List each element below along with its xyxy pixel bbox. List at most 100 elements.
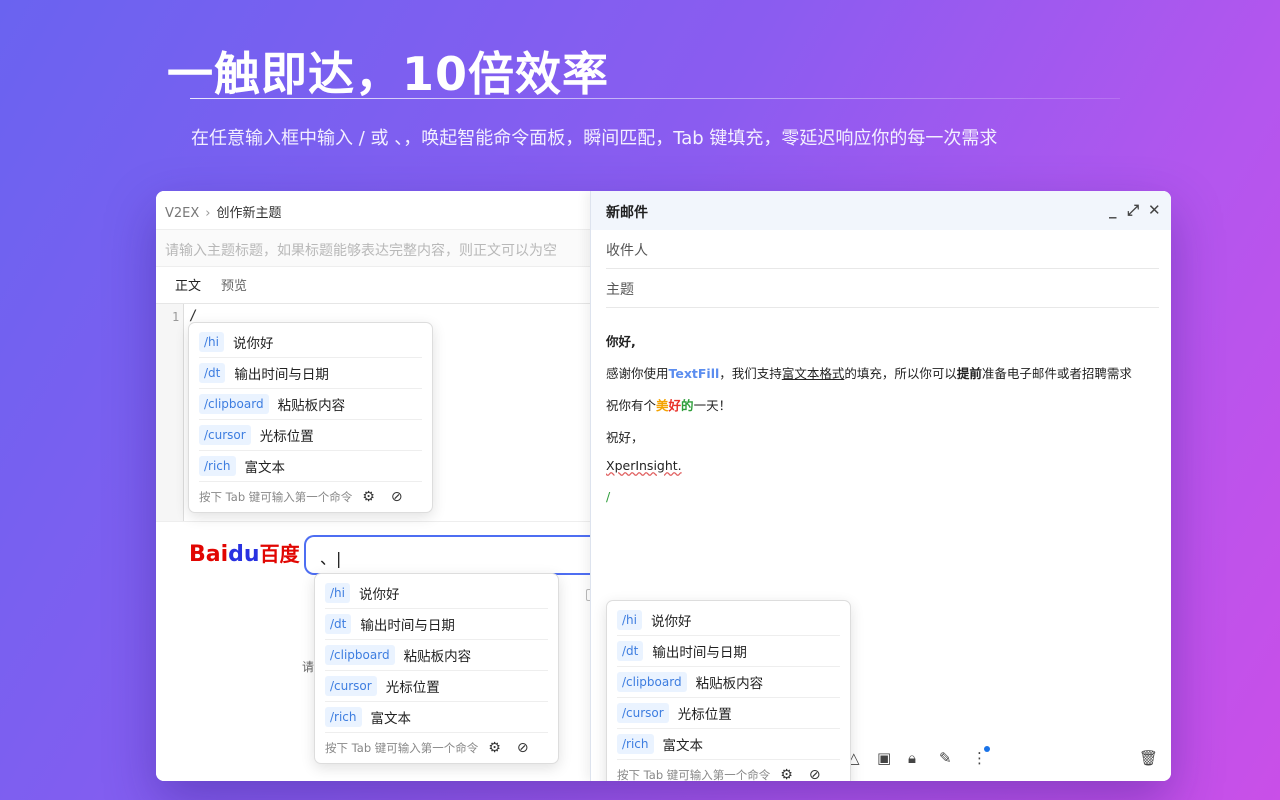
line-number: 1 — [172, 310, 180, 324]
baidu-logo-text: 百度 — [259, 542, 300, 566]
block-icon[interactable]: ⊘ — [517, 740, 529, 756]
command-item[interactable]: /rich 富文本 — [325, 702, 548, 733]
command-label: 富文本 — [662, 738, 704, 754]
command-palette-mail: /hi 说你好 /dt 输出时间与日期 /clipboard 粘贴板内容 /curso… — [606, 600, 851, 781]
text: 准备电子邮件或者招聘需求 — [981, 366, 1132, 381]
command-item[interactable]: /cursor 光标位置 — [325, 671, 548, 702]
mail-line-1: 感谢你使用TextFill，我们支持富文本格式的填充，所以你可以提前准备电子邮件… — [606, 363, 1132, 382]
subject-field[interactable]: 主题 — [606, 269, 1159, 308]
command-label: 输出时间与日期 — [652, 645, 747, 661]
command-palette-v2ex: /hi 说你好 /dt 输出时间与日期 /clipboard 粘贴板内容 /curso… — [188, 322, 433, 513]
command-item[interactable]: /cursor 光标位置 — [617, 698, 840, 729]
command-key: /dt — [617, 641, 644, 661]
block-icon[interactable]: ⊘ — [391, 489, 403, 505]
block-icon[interactable]: ⊘ — [809, 767, 821, 781]
breadcrumb: V2EX › 创作新主题 — [165, 202, 282, 221]
colored-char: 的 — [681, 398, 694, 413]
command-label: 说你好 — [358, 587, 400, 603]
brand-name: TextFill — [668, 366, 720, 381]
command-label: 输出时间与日期 — [360, 618, 455, 634]
minimize-icon[interactable]: _ — [1109, 201, 1117, 219]
notification-dot — [984, 746, 990, 752]
command-label: 富文本 — [244, 460, 286, 476]
lock-clock-icon[interactable]: 🔒︎ — [908, 749, 916, 767]
command-key: /clipboard — [199, 394, 269, 414]
palette-footer: 按下 Tab 键可输入第一个命令 ⚙ ⊘ — [325, 733, 548, 763]
command-item[interactable]: /dt 输出时间与日期 — [325, 609, 548, 640]
command-item[interactable]: /hi 说你好 — [199, 327, 422, 358]
command-label: 光标位置 — [259, 429, 314, 445]
to-field[interactable]: 收件人 — [606, 230, 1159, 269]
command-key: /clipboard — [617, 672, 687, 692]
gear-icon[interactable]: ⚙ — [488, 740, 501, 756]
command-item[interactable]: /cursor 光标位置 — [199, 420, 422, 451]
text: 的填充，所以你可以 — [844, 366, 957, 381]
command-key: /dt — [325, 614, 352, 634]
breadcrumb-page: 创作新主题 — [216, 206, 282, 221]
gear-icon[interactable]: ⚙ — [362, 489, 375, 505]
bold-text: 提前 — [956, 366, 982, 381]
mail-greeting: 你好, — [606, 334, 636, 349]
text: 祝你有个 — [606, 398, 657, 413]
rich-text-link: 富文本格式 — [781, 366, 845, 381]
hint-text: 请 — [302, 660, 315, 674]
command-key: /hi — [325, 583, 350, 603]
editor-gutter — [156, 304, 184, 522]
text: 感谢你使用 — [606, 366, 669, 381]
command-key: /rich — [617, 734, 654, 754]
palette-footer: 按下 Tab 键可输入第一个命令 ⚙ ⊘ — [617, 760, 840, 781]
command-key: /hi — [199, 332, 224, 352]
to-label: 收件人 — [606, 243, 648, 259]
footer-hint: 按下 Tab 键可输入第一个命令 — [325, 741, 479, 755]
command-label: 输出时间与日期 — [234, 367, 329, 383]
command-item[interactable]: /clipboard 粘贴板内容 — [199, 389, 422, 420]
command-item[interactable]: /clipboard 粘贴板内容 — [617, 667, 840, 698]
hero-subtitle: 在任意输入框中输入 / 或 、，唤起智能命令面板，瞬间匹配，Tab 键填充，零延… — [191, 128, 998, 149]
text-cursor: | — [336, 549, 342, 568]
pen-icon[interactable]: ✎ — [939, 749, 952, 767]
gear-icon[interactable]: ⚙ — [780, 767, 793, 781]
command-key: /rich — [199, 456, 236, 476]
trash-icon[interactable]: 🗑︎ — [1139, 749, 1158, 767]
colored-char: 美 — [656, 398, 669, 413]
command-item[interactable]: /rich 富文本 — [617, 729, 840, 760]
mail-line-2: 祝你有个美好的一天！ — [606, 395, 731, 414]
command-label: 说你好 — [650, 614, 692, 630]
command-item[interactable]: /hi 说你好 — [617, 605, 840, 636]
topic-title-input[interactable]: 请输入主题标题，如果标题能够表达完整内容，则正文可以为空 — [156, 229, 590, 267]
image-icon[interactable]: ▣ — [877, 749, 891, 767]
command-key: /dt — [199, 363, 226, 383]
command-key: /cursor — [325, 676, 377, 696]
command-label: 光标位置 — [677, 707, 732, 723]
text: 一天！ — [693, 398, 732, 413]
command-item[interactable]: /rich 富文本 — [199, 451, 422, 482]
command-item[interactable]: /clipboard 粘贴板内容 — [325, 640, 548, 671]
command-key: /cursor — [617, 703, 669, 723]
demo-window: V2EX › 创作新主题 请输入主题标题，如果标题能够表达完整内容，则正文可以为空 … — [156, 191, 1171, 781]
subject-label: 主题 — [606, 282, 634, 298]
baidu-logo-paw: du — [228, 542, 260, 567]
command-key: /hi — [617, 610, 642, 630]
breadcrumb-site[interactable]: V2EX — [165, 206, 199, 221]
tab-preview[interactable]: 预览 — [211, 273, 257, 306]
baidu-search-input[interactable]: 、| — [304, 535, 604, 575]
mail-slash: / — [606, 489, 611, 504]
colored-char: 好 — [668, 398, 682, 413]
command-label: 说你好 — [232, 336, 274, 352]
command-key: /cursor — [199, 425, 251, 445]
command-item[interactable]: /hi 说你好 — [325, 578, 548, 609]
mail-line-3: 祝好， — [606, 430, 644, 445]
mail-signature: XperInsight. — [606, 458, 682, 473]
command-item[interactable]: /dt 输出时间与日期 — [199, 358, 422, 389]
mail-title: 新邮件 — [606, 205, 648, 221]
baidu-logo[interactable]: Baidu百度 — [189, 538, 300, 567]
close-icon[interactable]: ✕ — [1148, 201, 1161, 219]
expand-icon[interactable]: ⤢ — [1127, 201, 1139, 219]
baidu-logo-bai: Bai — [189, 542, 229, 567]
hero-divider — [190, 98, 1120, 99]
command-label: 粘贴板内容 — [695, 676, 764, 692]
command-key: /clipboard — [325, 645, 395, 665]
command-item[interactable]: /dt 输出时间与日期 — [617, 636, 840, 667]
search-value: 、 — [320, 549, 337, 568]
command-palette-baidu: /hi 说你好 /dt 输出时间与日期 /clipboard 粘贴板内容 /curso… — [314, 573, 559, 764]
